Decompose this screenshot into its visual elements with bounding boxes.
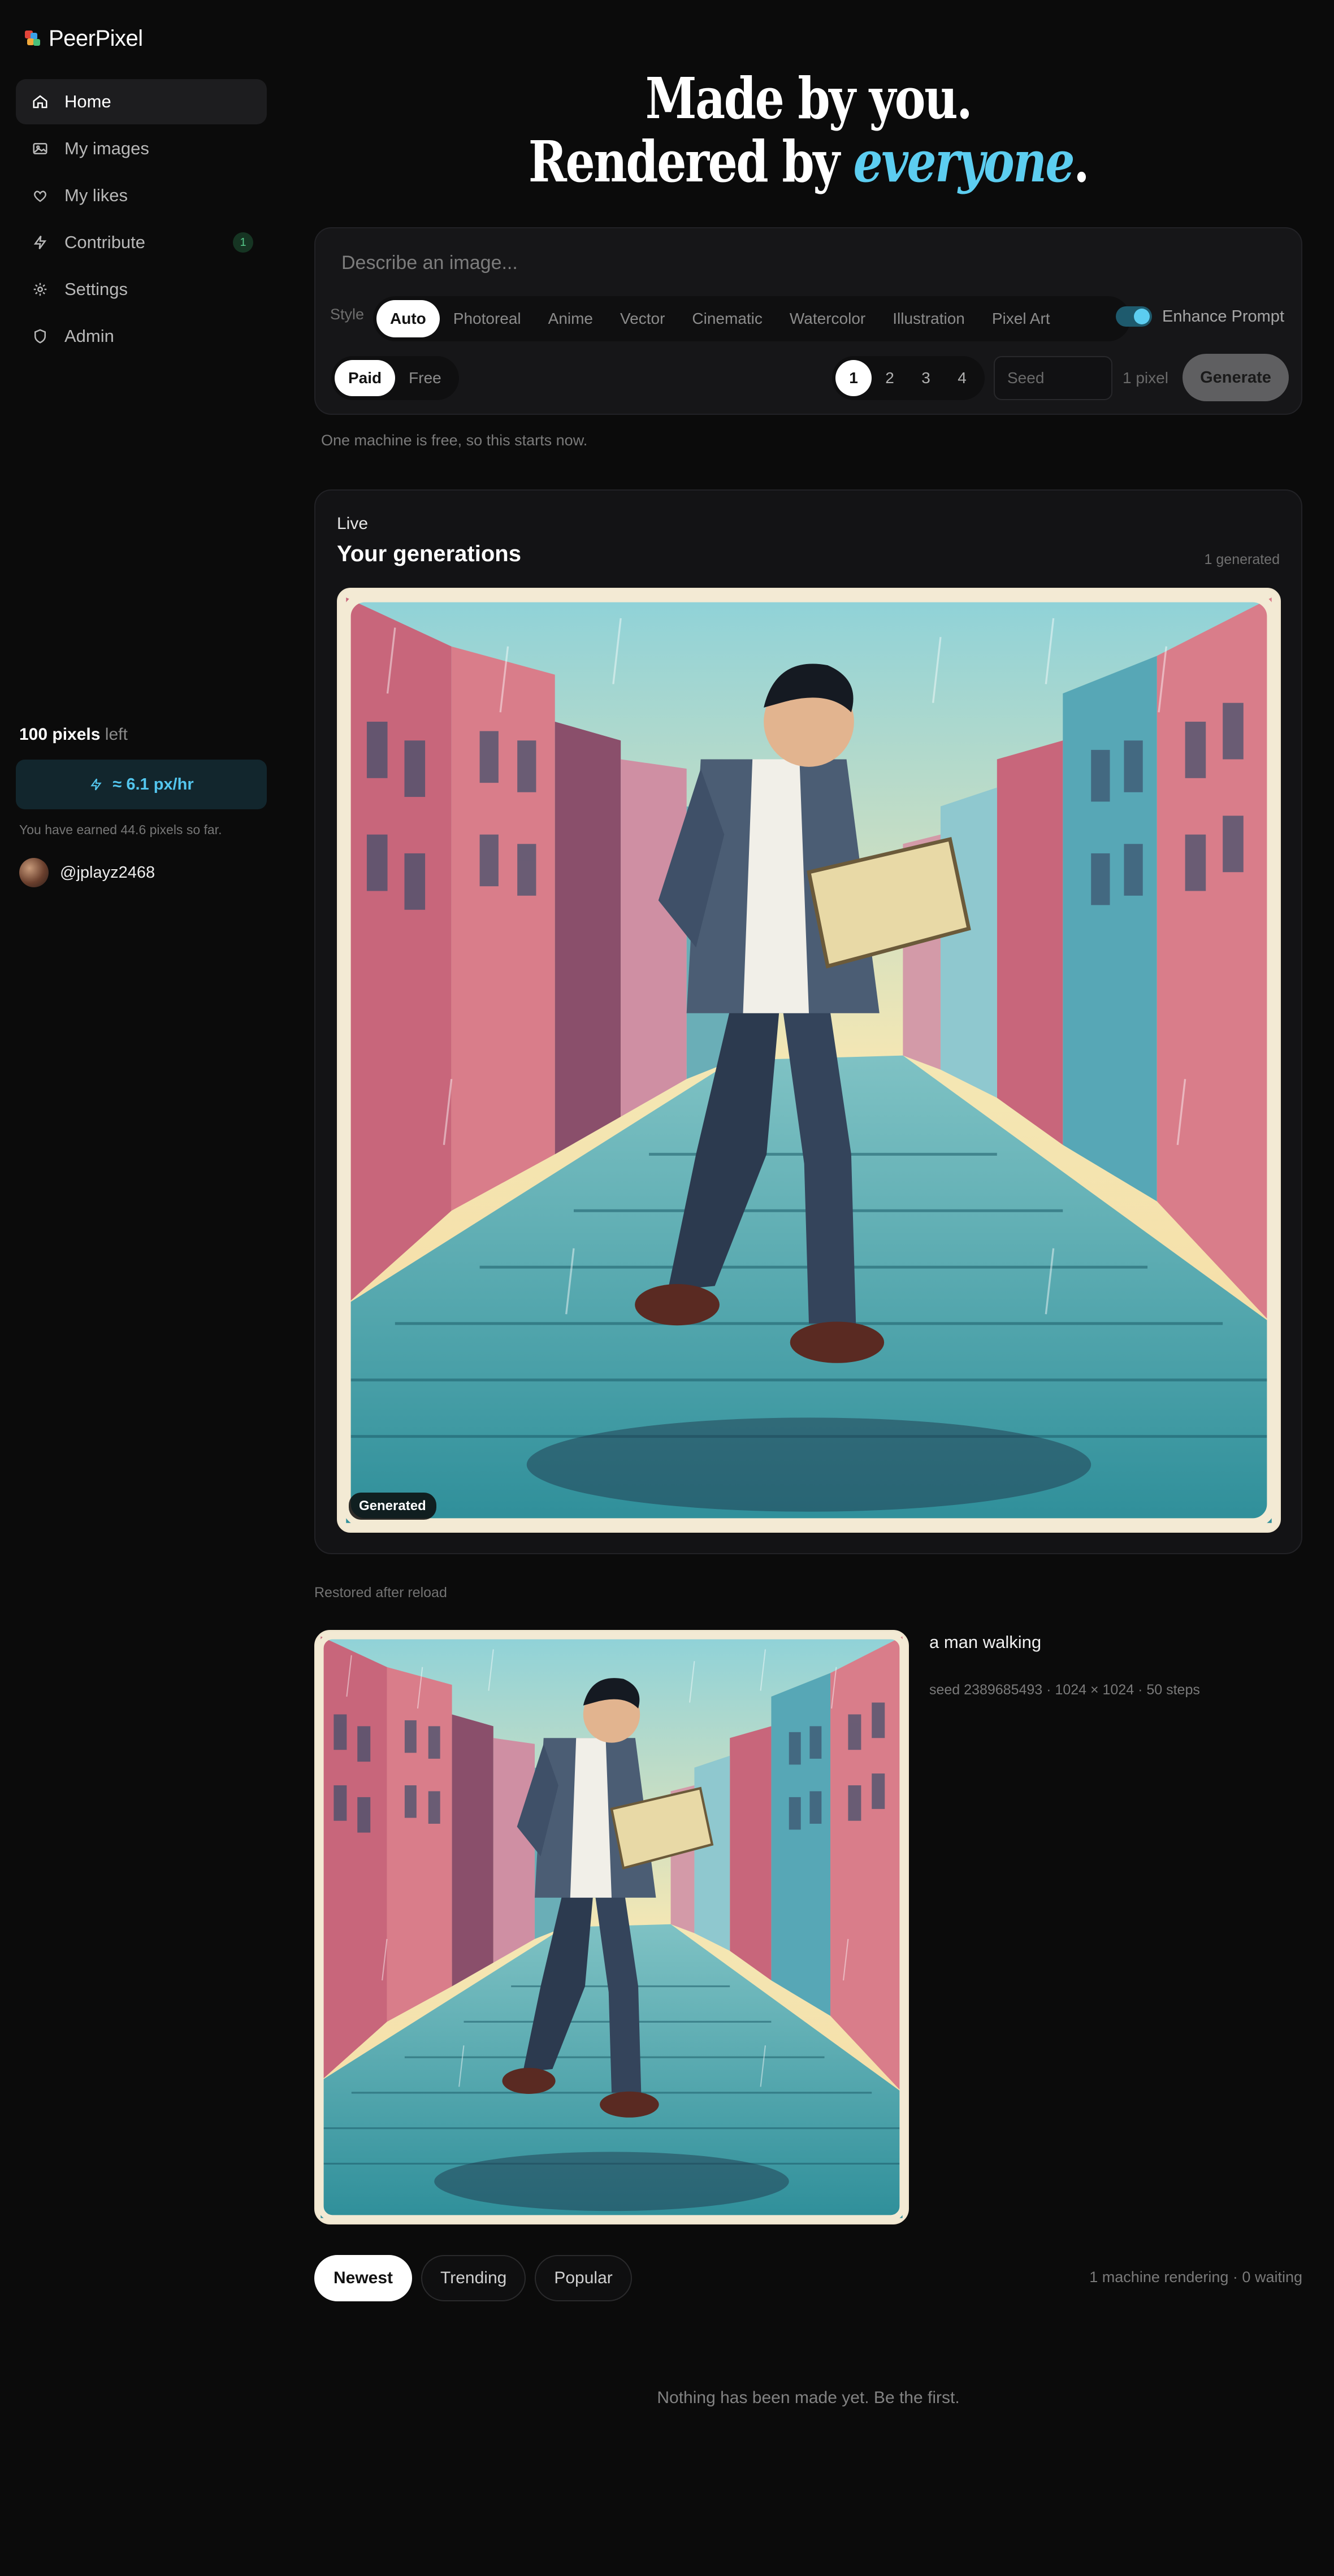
restored-meta: seed 2389685493 · 1024 × 1024 · 50 steps — [929, 1682, 1200, 1698]
heart-icon — [34, 190, 46, 202]
sidebar-item-label: Home — [64, 92, 111, 111]
sidebar: PeerPixel Home My images My likes Contri… — [0, 0, 277, 2576]
style-chip-watercolor[interactable]: Watercolor — [776, 300, 879, 337]
tab-trending[interactable]: Trending — [421, 2255, 526, 2301]
cost-label: 1 pixel — [1123, 369, 1168, 387]
generated-image-artwork — [339, 589, 1279, 1531]
compose-hint: One machine is free, so this starts now. — [321, 432, 588, 449]
earn-rate-value: ≈ 6.1 px/hr — [112, 775, 194, 793]
sidebar-item-home[interactable]: Home — [16, 79, 267, 124]
style-label: Style — [330, 306, 365, 323]
sidebar-item-my-images[interactable]: My images — [16, 126, 267, 171]
style-chip-illustration[interactable]: Illustration — [879, 300, 978, 337]
generated-count: 1 generated — [1204, 552, 1280, 567]
sidebar-item-my-likes[interactable]: My likes — [16, 173, 267, 218]
feed-empty-state: Nothing has been made yet. Be the first. — [657, 2388, 960, 2407]
count-3[interactable]: 3 — [908, 360, 944, 396]
shield-icon — [34, 329, 46, 344]
sidebar-item-contribute[interactable]: Contribute 1 — [16, 220, 267, 265]
style-chip-vector[interactable]: Vector — [607, 300, 678, 337]
queue-status: 1 machine rendering · 0 waiting — [1089, 2269, 1302, 2286]
sidebar-item-admin[interactable]: Admin — [16, 314, 267, 359]
settings-icon — [33, 283, 47, 296]
sidebar-item-label: Settings — [64, 279, 128, 299]
feed-tabs: Newest Trending Popular — [314, 2255, 632, 2301]
count-4[interactable]: 4 — [944, 360, 980, 396]
tab-popular[interactable]: Popular — [535, 2255, 632, 2301]
toggle-switch[interactable] — [1115, 306, 1152, 327]
bolt-icon — [33, 236, 47, 249]
enhance-prompt-toggle[interactable]: Enhance Prompt — [1115, 306, 1284, 327]
style-chip-anime[interactable]: Anime — [535, 300, 607, 337]
hero-emphasis: everyone — [853, 128, 1075, 195]
seed-input[interactable]: Seed — [994, 356, 1112, 400]
sidebar-item-label: My likes — [64, 185, 128, 205]
image-icon — [33, 143, 47, 154]
restored-image[interactable] — [314, 1630, 909, 2224]
image-count-selector: 1 2 3 4 — [832, 356, 985, 400]
hero-line-1: Made by you. — [645, 65, 973, 132]
tab-newest[interactable]: Newest — [314, 2255, 413, 2301]
hero-line-2: Rendered by everyone. — [403, 130, 1213, 193]
live-panel: Live Your generations 1 generated Genera… — [314, 489, 1302, 1554]
live-label: Live — [337, 514, 369, 533]
style-chip-auto[interactable]: Auto — [376, 300, 440, 337]
user-profile[interactable]: @jplayz2468 — [19, 858, 155, 887]
username: @jplayz2468 — [60, 863, 155, 882]
enhance-prompt-label: Enhance Prompt — [1162, 307, 1284, 326]
pixels-left: 100 pixels left — [19, 725, 128, 744]
mode-paid[interactable]: Paid — [335, 360, 396, 396]
earn-rate[interactable]: ≈ 6.1 px/hr — [16, 760, 267, 809]
sidebar-item-label: My images — [64, 138, 149, 158]
style-selector: Auto Photoreal Anime Vector Cinematic Wa… — [373, 296, 1131, 341]
style-chip-pixel-art[interactable]: Pixel Art — [978, 300, 1064, 337]
sidebar-item-label: Admin — [64, 326, 114, 346]
mode-selector: Paid Free — [331, 356, 459, 400]
hero-headline: Made by you. Rendered by everyone. — [403, 67, 1213, 193]
style-chip-cinematic[interactable]: Cinematic — [678, 300, 776, 337]
contribute-badge: 1 — [233, 232, 253, 253]
generate-button[interactable]: Generate — [1183, 354, 1289, 401]
count-1[interactable]: 1 — [835, 360, 872, 396]
style-chip-photoreal[interactable]: Photoreal — [440, 300, 535, 337]
brand[interactable]: PeerPixel — [25, 25, 143, 52]
count-2[interactable]: 2 — [872, 360, 908, 396]
hero-line-2-suffix: . — [1073, 128, 1090, 195]
logo-icon — [25, 31, 41, 46]
restored-prompt: a man walking — [929, 1632, 1042, 1652]
prompt-input[interactable]: Describe an image... — [341, 252, 518, 274]
restored-image-artwork — [316, 1632, 907, 2223]
mode-free[interactable]: Free — [395, 360, 455, 396]
restored-label: Restored after reload — [314, 1585, 447, 1601]
generated-badge: Generated — [349, 1493, 436, 1520]
home-icon — [33, 95, 47, 109]
generated-image[interactable]: Generated — [337, 588, 1281, 1533]
bolt-icon — [90, 778, 102, 791]
compose-panel: Describe an image... Auto Photoreal Anim… — [314, 227, 1302, 415]
avatar — [19, 858, 49, 887]
sidebar-nav: Home My images My likes Contribute 1 Set… — [16, 79, 267, 361]
sidebar-item-settings[interactable]: Settings — [16, 267, 267, 312]
brand-name: PeerPixel — [49, 25, 143, 51]
live-title: Your generations — [337, 541, 521, 566]
earned-text: You have earned 44.6 pixels so far. — [19, 822, 222, 837]
pixels-suffix: left — [105, 725, 128, 744]
pixels-value: 100 pixels — [19, 725, 101, 744]
hero-line-2-prefix: Rendered by — [528, 128, 854, 195]
sidebar-item-label: Contribute — [64, 232, 146, 252]
